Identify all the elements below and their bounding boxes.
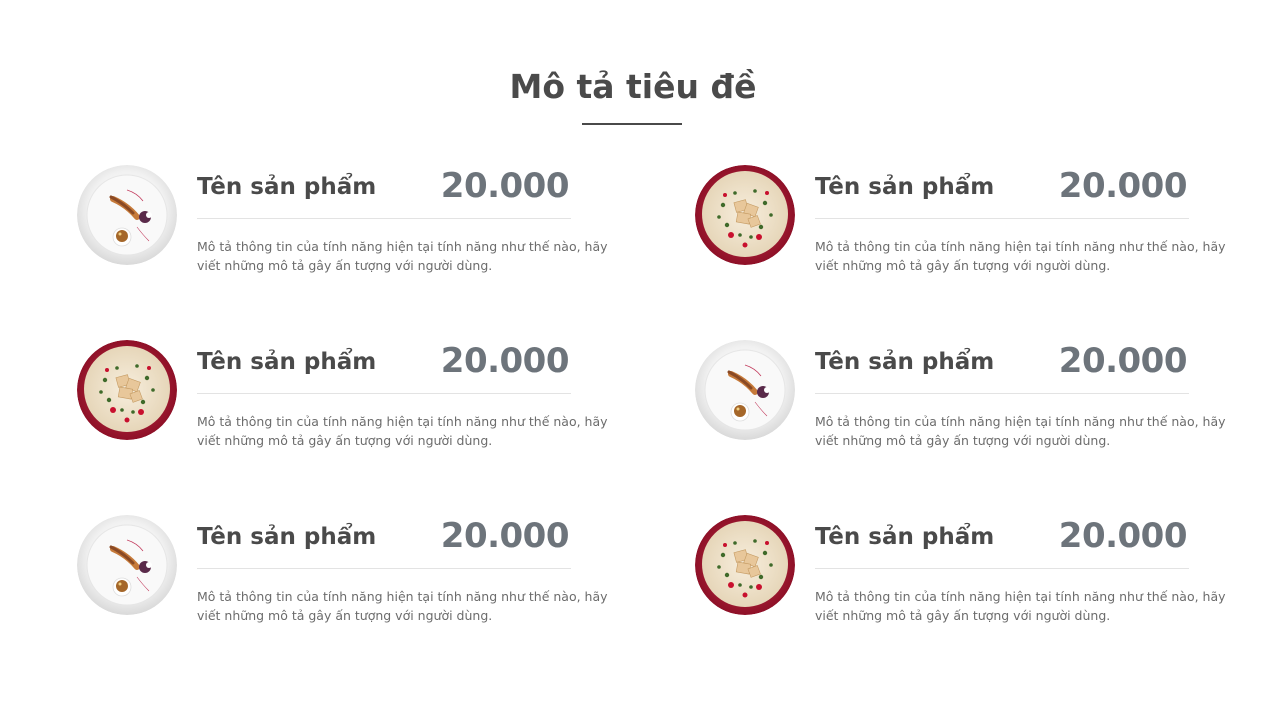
product-description-line: viết những mô tả gây ấn tượng với người … [815,433,1111,448]
menu-item[interactable]: Tên sản phẩm 20.000 Mô tả thông tin của … [695,165,1226,275]
product-price: 20.000 [1058,166,1188,206]
product-description-line: Mô tả thông tin của tính năng hiện tại t… [197,589,608,604]
dish-image [695,515,795,615]
dish-image [695,340,795,440]
product-description-line: viết những mô tả gây ấn tượng với người … [815,258,1111,273]
product-description-line: Mô tả thông tin của tính năng hiện tại t… [197,239,608,254]
section-title: Mô tả tiêu đề [509,67,757,106]
product-price: 20.000 [440,341,570,381]
product-name: Tên sản phẩm [815,174,995,200]
product-price: 20.000 [440,516,570,556]
menu-item[interactable]: Tên sản phẩm 20.000 Mô tả thông tin của … [695,515,1226,625]
product-name: Tên sản phẩm [197,524,377,550]
product-description: Mô tả thông tin của tính năng hiện tại t… [815,412,1226,450]
product-description-line: viết những mô tả gây ấn tượng với người … [815,608,1111,623]
menu-item[interactable]: Tên sản phẩm 20.000 Mô tả thông tin của … [77,165,608,275]
menu-item[interactable]: Tên sản phẩm 20.000 Mô tả thông tin của … [77,515,608,625]
product-price: 20.000 [440,166,570,206]
product-name: Tên sản phẩm [197,349,377,375]
product-description-line: Mô tả thông tin của tính năng hiện tại t… [815,239,1226,254]
title-underline [582,123,682,125]
product-description: Mô tả thông tin của tính năng hiện tại t… [815,237,1226,275]
product-price: 20.000 [1058,516,1188,556]
product-description-line: Mô tả thông tin của tính năng hiện tại t… [197,414,608,429]
product-description: Mô tả thông tin của tính năng hiện tại t… [197,237,608,275]
product-price: 20.000 [1058,341,1188,381]
dish-image [77,340,177,440]
product-name: Tên sản phẩm [197,174,377,200]
product-description: Mô tả thông tin của tính năng hiện tại t… [197,587,608,625]
product-description-line: Mô tả thông tin của tính năng hiện tại t… [815,414,1226,429]
product-name: Tên sản phẩm [815,349,995,375]
menu-item[interactable]: Tên sản phẩm 20.000 Mô tả thông tin của … [77,340,608,450]
menu-page: Mô tả tiêu đề Tên sản phẩm 20.000 Mô tả … [0,0,1266,713]
dish-image [77,165,177,265]
menu-item[interactable]: Tên sản phẩm 20.000 Mô tả thông tin của … [695,340,1226,450]
dish-image [77,515,177,615]
product-description-line: viết những mô tả gây ấn tượng với người … [197,433,493,448]
product-description-line: Mô tả thông tin của tính năng hiện tại t… [815,589,1226,604]
product-description-line: viết những mô tả gây ấn tượng với người … [197,258,493,273]
dish-image [695,165,795,265]
product-description: Mô tả thông tin của tính năng hiện tại t… [815,587,1226,625]
product-name: Tên sản phẩm [815,524,995,550]
product-description-line: viết những mô tả gây ấn tượng với người … [197,608,493,623]
product-description: Mô tả thông tin của tính năng hiện tại t… [197,412,608,450]
